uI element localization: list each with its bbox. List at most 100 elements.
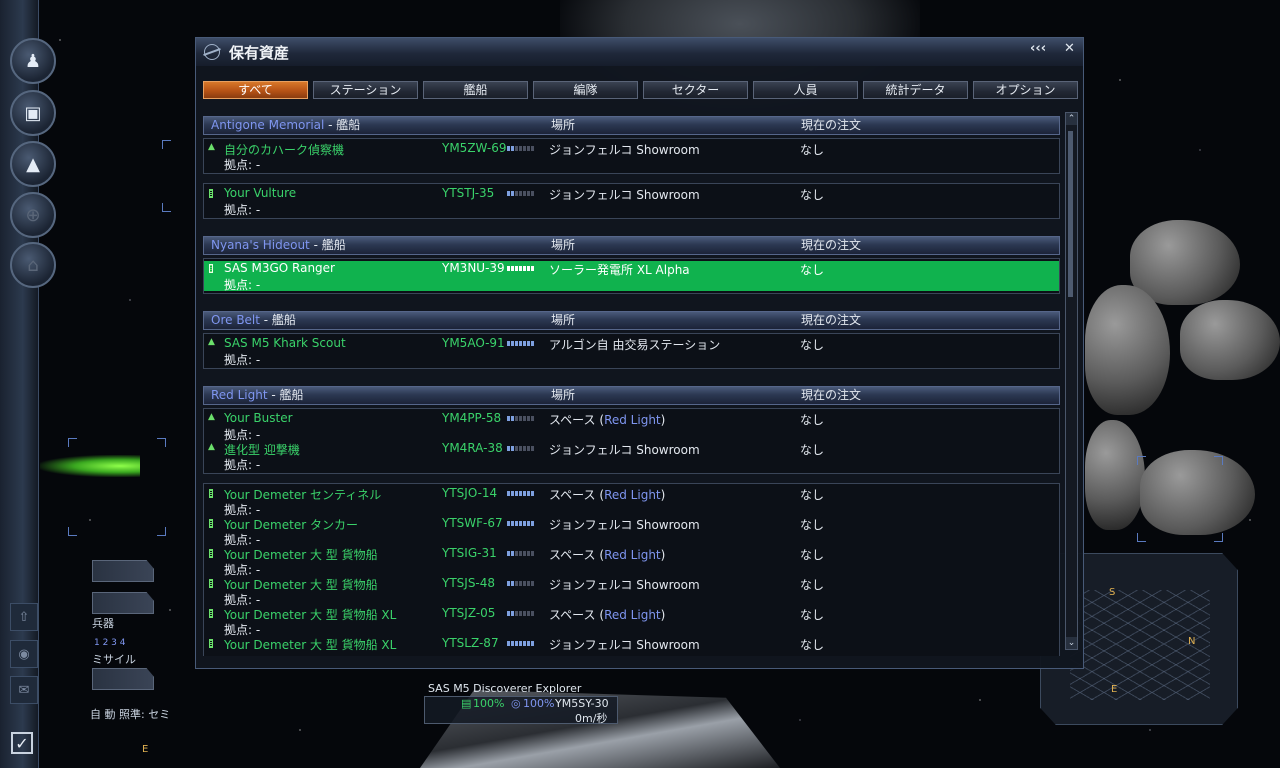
ship-location: ジョンフェルコ Showroom — [549, 638, 700, 652]
close-button[interactable]: ✕ — [1064, 41, 1075, 56]
tab-options[interactable]: オプション — [973, 81, 1078, 99]
dock-icon[interactable]: ⌂ — [10, 242, 56, 288]
tab-personnel[interactable]: 人員 — [753, 81, 858, 99]
hull-value: 100% — [473, 697, 505, 710]
ship-row[interactable]: Your Demeter タンカー 拠点: - YTSWF-67 ジョンフェルコ… — [204, 516, 1059, 547]
weapon-slot[interactable] — [92, 592, 154, 614]
target-bracket — [68, 527, 77, 536]
sector-group-header[interactable]: Ore Belt - 艦船 場所 現在の注文 — [203, 311, 1060, 330]
signal-strength-icon — [507, 191, 535, 196]
property-list: Antigone Memorial - 艦船 場所 現在の注文 ▲ 自分のカハー… — [203, 112, 1060, 656]
crosshair-icon[interactable]: ⊕ — [10, 192, 56, 238]
ship-row[interactable]: ▲ Your Buster 拠点: - YM4PP-58 スペース (Red L… — [204, 411, 1059, 442]
ship-row[interactable]: Your Vulture 拠点: - YTSTJ-35 ジョンフェルコ Show… — [204, 186, 1059, 217]
ship-order: なし — [800, 638, 825, 652]
ship-location: ジョンフェルコ Showroom — [549, 578, 700, 592]
weapons-label: 兵器 — [92, 617, 114, 630]
transport-class-icon — [209, 639, 213, 648]
ship-home-base: 拠点: - — [224, 278, 261, 292]
sector-group-header[interactable]: Red Light - 艦船 場所 現在の注文 — [203, 386, 1060, 405]
shield-icon: ◎ — [511, 697, 521, 710]
fighter-class-icon: ▲ — [208, 442, 215, 452]
radar-north: N — [1188, 636, 1196, 647]
tab-sectors[interactable]: セクター — [643, 81, 748, 99]
ship-location: ジョンフェルコ Showroom — [549, 143, 700, 157]
transport-class-icon — [209, 579, 213, 588]
target-bracket — [1214, 533, 1223, 542]
ship-location: ジョンフェルコ Showroom — [549, 443, 700, 457]
window-title: 保有資産 — [229, 44, 290, 62]
ship-home-base: 拠点: - — [224, 158, 261, 172]
list-scrollbar[interactable]: ⌃ ⌄ — [1065, 112, 1078, 650]
ship-row[interactable]: Your Demeter 大 型 貨物船 拠点: - YTSIG-31 スペース… — [204, 546, 1059, 577]
ship-row[interactable]: Your Demeter 大 型 貨物船 拠点: - YTSJS-48 ジョンフ… — [204, 576, 1059, 607]
up-icon[interactable]: ⇧ — [10, 603, 38, 631]
column-current-order: 現在の注文 — [801, 118, 862, 132]
target-ship[interactable] — [40, 455, 140, 477]
status-box: ▤ 100% ◎ 100% YM5SY-30 0m/秒 — [424, 696, 618, 725]
ship-location: スペース (Red Light) — [549, 608, 666, 622]
ship-order: なし — [800, 188, 825, 202]
camera-icon[interactable]: ▣ — [10, 90, 56, 136]
ship-order: なし — [800, 578, 825, 592]
ship-order: なし — [800, 413, 825, 427]
sector-group-header[interactable]: Nyana's Hideout - 艦船 場所 現在の注文 — [203, 236, 1060, 255]
ship-location: ジョンフェルコ Showroom — [549, 188, 700, 202]
ship-block: SAS M3GO Ranger 拠点: - YM3NU-39 ソーラー発電所 X… — [203, 258, 1060, 294]
scroll-up-icon[interactable]: ⌃ — [1066, 113, 1077, 125]
ship-name: Your Demeter 大 型 貨物船 XL — [224, 638, 397, 652]
auto-aim-label[interactable]: 自 動 照準: セミ — [90, 706, 170, 722]
sector-group-header[interactable]: Antigone Memorial - 艦船 場所 現在の注文 — [203, 116, 1060, 135]
ship-order: なし — [800, 518, 825, 532]
tab-all[interactable]: すべて — [203, 81, 308, 99]
ship-row[interactable]: ▲ 進化型 迎撃機 拠点: - YM4RA-38 ジョンフェルコ Showroo… — [204, 441, 1059, 472]
signal-strength-icon — [507, 266, 535, 271]
ship-row[interactable]: Your Demeter センティネル 拠点: - YTSJO-14 スペース … — [204, 486, 1059, 517]
ship-name: Your Buster — [224, 411, 293, 425]
eject-icon[interactable]: ▲ — [10, 141, 56, 187]
group-sector-name: Antigone Memorial - 艦船 — [211, 118, 361, 132]
ship-id: YTSTJ-35 — [442, 186, 495, 200]
window-titlebar[interactable]: 保有資産 ‹‹‹ ✕ — [196, 38, 1083, 66]
ship-id: YM4PP-58 — [442, 411, 502, 425]
ship-order: なし — [800, 488, 825, 502]
ship-home-base: 拠点: - — [224, 353, 261, 367]
mail-icon[interactable]: ✉ — [10, 676, 38, 704]
scrollbar-thumb[interactable] — [1068, 131, 1073, 297]
missile-slot[interactable] — [92, 668, 154, 690]
ship-id: YTSIG-31 — [442, 546, 497, 560]
ship-row[interactable]: ▲ SAS M5 Khark Scout 拠点: - YM5AO-91 アルゴン… — [204, 336, 1059, 367]
scroll-down-icon[interactable]: ⌄ — [1066, 637, 1077, 649]
hull-icon: ▤ — [461, 697, 472, 710]
ship-status: SAS M5 Discoverer Explorer ▤ 100% ◎ 100%… — [424, 682, 620, 725]
ship-home-base: 拠点: - — [224, 203, 261, 217]
tab-ships[interactable]: 艦船 — [423, 81, 528, 99]
empire-emblem-icon — [204, 44, 220, 60]
ship-id: YM5ZW-69 — [442, 141, 507, 155]
ship-row[interactable]: Your Demeter 大 型 貨物船 XL YTSLZ-87 ジョンフェルコ… — [204, 636, 1059, 656]
tab-statistics[interactable]: 統計データ — [863, 81, 968, 99]
tab-fleets[interactable]: 編隊 — [533, 81, 638, 99]
target-bracket — [1214, 456, 1223, 465]
ship-row[interactable]: Your Demeter 大 型 貨物船 XL 拠点: - YTSJZ-05 ス… — [204, 606, 1059, 637]
column-current-order: 現在の注文 — [801, 238, 862, 252]
asteroid — [1085, 420, 1145, 530]
shield-value: 100% — [523, 697, 555, 710]
pilot-seat-icon[interactable]: ◉ — [10, 640, 38, 668]
tab-stations[interactable]: ステーション — [313, 81, 418, 99]
ship-row-selected[interactable]: SAS M3GO Ranger 拠点: - YM3NU-39 ソーラー発電所 X… — [204, 261, 1059, 292]
ship-row[interactable]: ▲ 自分のカハーク偵察機 拠点: - YM5ZW-69 ジョンフェルコ Show… — [204, 141, 1059, 172]
signal-strength-icon — [507, 611, 535, 616]
missile-label: ミサイル — [92, 653, 136, 666]
column-location: 場所 — [551, 388, 576, 402]
column-location: 場所 — [551, 238, 576, 252]
weapon-slot[interactable] — [92, 560, 154, 582]
tab-bar: すべて ステーション 艦船 編隊 セクター 人員 統計データ オプション — [203, 81, 1080, 100]
ship-order: なし — [800, 338, 825, 352]
checkbox-icon[interactable]: ✓ — [11, 732, 33, 754]
weapon-group-numbers[interactable]: 1 2 3 4 — [94, 638, 126, 648]
collapse-button[interactable]: ‹‹‹ — [1030, 41, 1046, 56]
pilot-icon[interactable]: ♟ — [10, 38, 56, 84]
signal-strength-icon — [507, 491, 535, 496]
asteroid — [1085, 285, 1170, 415]
